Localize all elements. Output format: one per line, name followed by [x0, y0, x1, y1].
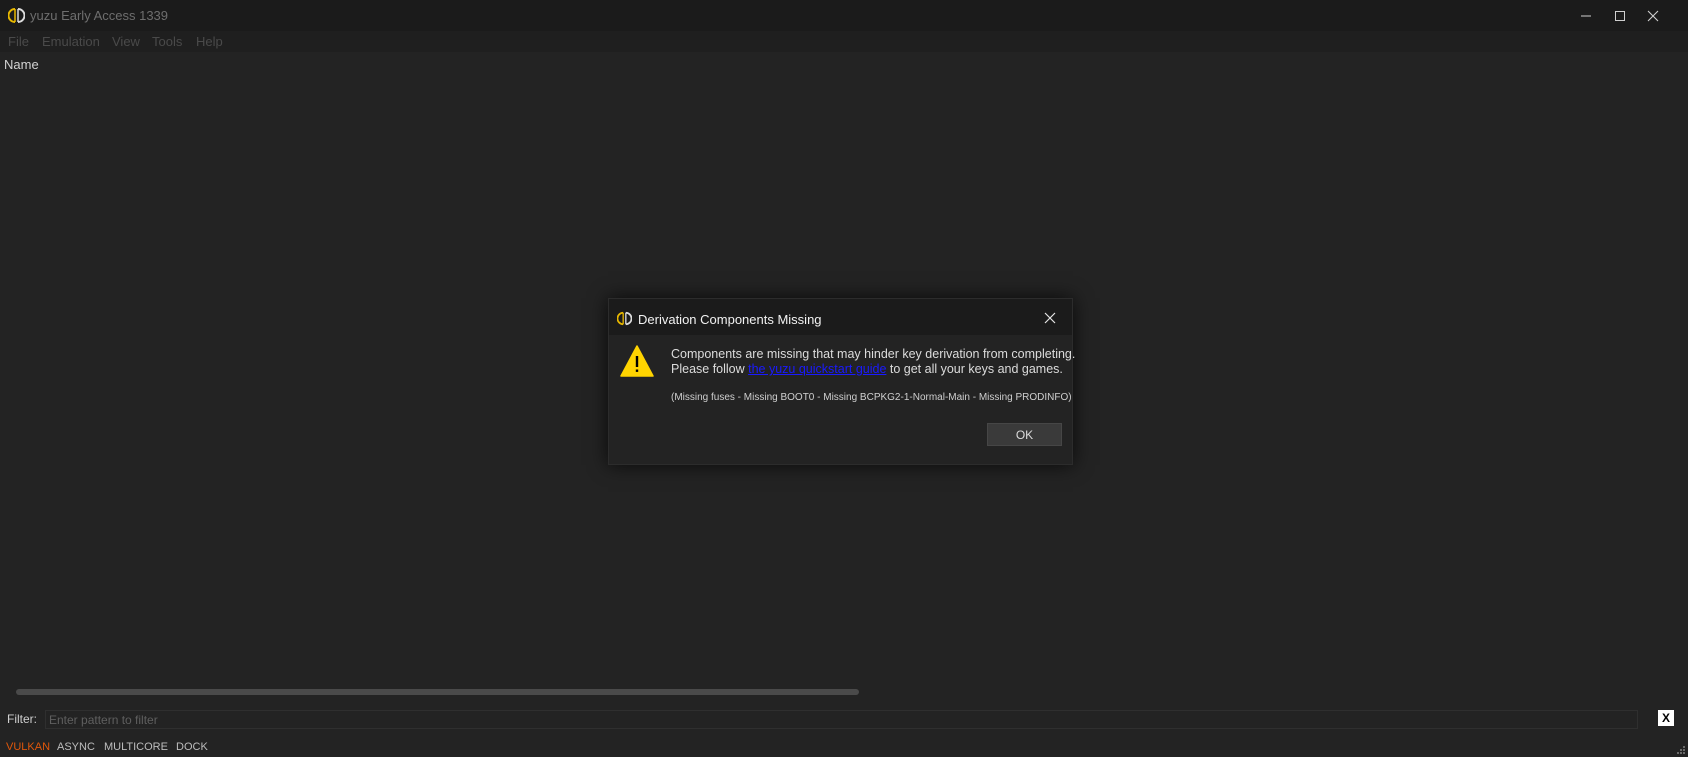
warning-icon — [620, 345, 654, 377]
derivation-components-dialog: Derivation Components Missing Components… — [608, 298, 1075, 465]
message-line-1: Components are missing that may hinder k… — [671, 347, 1076, 361]
status-bar: VULKAN ASYNC MULTICORE DOCK — [0, 734, 1688, 757]
menu-bar: File Emulation View Tools Help — [0, 31, 1688, 52]
filter-input[interactable] — [45, 710, 1638, 729]
status-async-button[interactable]: ASYNC — [57, 741, 95, 753]
menu-tools[interactable]: Tools — [152, 34, 182, 49]
minimize-button[interactable] — [1569, 0, 1603, 31]
message-prefix: Please follow — [671, 362, 749, 376]
game-list-header: Name — [0, 52, 1688, 76]
status-multicore-button[interactable]: MULTICORE — [104, 741, 168, 753]
menu-view[interactable]: View — [112, 34, 140, 49]
close-icon — [1044, 312, 1056, 324]
status-vulkan-button[interactable]: VULKAN — [6, 741, 50, 753]
menu-help[interactable]: Help — [196, 34, 223, 49]
message-line-2: Please follow the yuzu quickstart guide … — [671, 362, 1075, 377]
maximize-button[interactable] — [1603, 0, 1637, 31]
filter-bar: Filter: X — [0, 707, 1688, 732]
message-suffix: to get all your keys and games. — [886, 362, 1063, 376]
yuzu-logo-icon — [8, 8, 25, 23]
dialog-message: Components are missing that may hinder k… — [671, 347, 1075, 377]
size-grip-icon[interactable] — [1676, 745, 1686, 755]
column-header-name[interactable]: Name — [4, 57, 39, 72]
window-title: yuzu Early Access 1339 — [30, 8, 169, 23]
close-icon — [1647, 10, 1659, 21]
close-window-button[interactable] — [1636, 0, 1670, 31]
menu-file[interactable]: File — [8, 34, 29, 49]
scrollbar-thumb[interactable] — [16, 689, 859, 695]
dialog-title-bar: Derivation Components Missing — [609, 299, 1072, 335]
maximize-icon — [1615, 10, 1625, 21]
dialog-close-button[interactable] — [1041, 309, 1059, 327]
missing-components-detail: (Missing fuses - Missing BOOT0 - Missing… — [671, 392, 1072, 403]
dialog-title: Derivation Components Missing — [638, 312, 822, 327]
yuzu-logo-icon — [617, 311, 632, 326]
title-bar: yuzu Early Access 1339 — [0, 0, 1688, 31]
minimize-icon — [1581, 15, 1591, 16]
ok-button[interactable]: OK — [987, 423, 1062, 446]
status-dock-button[interactable]: DOCK — [176, 741, 208, 753]
clear-filter-button[interactable]: X — [1658, 710, 1674, 726]
quickstart-guide-link[interactable]: the yuzu quickstart guide — [748, 362, 886, 376]
menu-emulation[interactable]: Emulation — [42, 34, 100, 49]
horizontal-scrollbar[interactable] — [16, 688, 1640, 696]
filter-label: Filter: — [7, 712, 37, 726]
